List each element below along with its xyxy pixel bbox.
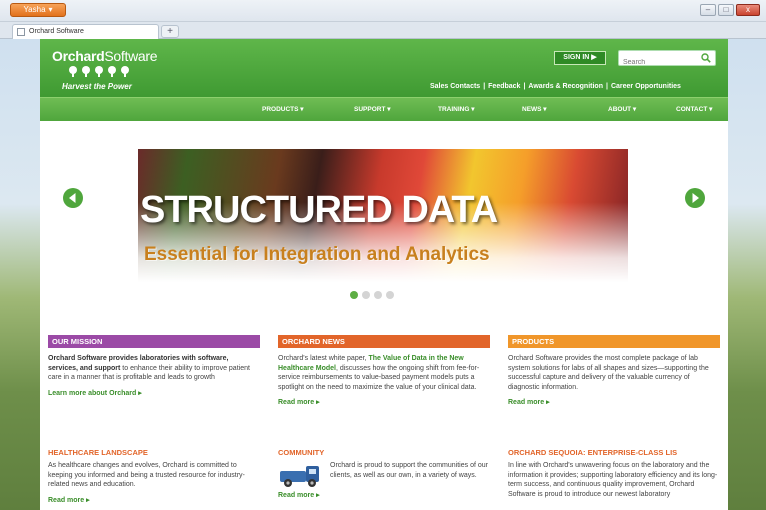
healthcare-read-more-link[interactable]: Read more ▸ [48,496,260,504]
community-section: COMMUNITY Orchard is proud to support th… [278,446,490,499]
products-read-more-link[interactable]: Read more ▸ [508,398,720,406]
products-section: PRODUCTS Orchard Software provides the m… [508,335,720,406]
nav-products[interactable]: PRODUCTS ▾ [262,98,304,121]
community-text: Orchard is proud to support the communit… [278,461,490,487]
sequoia-section: ORCHARD SEQUOIA: ENTERPRISE-CLASS LIS In… [508,446,720,499]
nav-support[interactable]: SUPPORT ▾ [354,98,391,121]
slide-dot[interactable] [386,291,394,299]
link-separator: | [523,83,526,90]
search-box [618,50,716,70]
sales-contacts-link[interactable]: Sales Contacts [430,83,480,90]
next-slide-icon[interactable] [684,187,706,209]
career-link[interactable]: Career Opportunities [611,83,681,90]
community-read-more-link[interactable]: Read more ▸ [278,491,490,499]
browser-menu-label: Yasha [23,5,46,14]
search-icon[interactable] [701,53,711,63]
awards-link[interactable]: Awards & Recognition [528,83,603,90]
nav-contact[interactable]: CONTACT ▾ [676,98,712,121]
tab-orchard-software[interactable]: Orchard Software [12,24,159,39]
hero-subtitle: Essential for Integration and Analytics [144,244,490,265]
site-tagline: Harvest the Power [62,82,132,91]
slide-dot[interactable] [350,291,358,299]
tab-bar: Orchard Software + [0,22,766,39]
link-separator: | [605,83,608,90]
utility-links: Sales Contacts | Feedback | Awards & Recogni… [430,83,720,90]
maximize-button[interactable]: □ [718,4,734,16]
window-controls: – □ x [700,4,760,16]
learn-more-link[interactable]: Learn more about Orchard ▸ [48,389,260,397]
truck-icon [280,466,319,487]
logo-bold-text: Orchard [52,48,105,64]
products-text: Orchard Software provides the most compl… [508,355,709,391]
previous-slide-icon[interactable] [62,187,84,209]
mission-section: OUR MISSION Orchard Software provides la… [48,335,260,397]
close-button[interactable]: x [736,4,760,16]
browser-menu-button[interactable]: Yasha ▾ [10,3,66,17]
news-read-more-link[interactable]: Read more ▸ [278,398,490,406]
slide-indicators [350,291,394,299]
page-icon [17,28,25,36]
news-heading: ORCHARD NEWS [278,335,490,348]
new-tab-button[interactable]: + [161,25,179,38]
chevron-down-icon: ▾ [48,5,53,14]
nav-about[interactable]: ABOUT ▾ [608,98,636,121]
minimize-button[interactable]: – [700,4,716,16]
nav-training[interactable]: TRAINING ▾ [438,98,474,121]
web-page: OrchardSoftware Harvest the Power SIGN I… [40,39,728,510]
community-heading: COMMUNITY [278,448,325,457]
site-header: OrchardSoftware Harvest the Power SIGN I… [40,39,728,97]
mission-text: Orchard Software provides laboratories w… [48,354,260,383]
logo-light-text: Software [104,48,158,64]
sequoia-heading: ORCHARD SEQUOIA: ENTERPRISE-CLASS LIS [508,448,678,457]
browser-title-bar: Yasha ▾ – □ x [0,0,766,22]
products-heading: PRODUCTS [508,335,720,348]
mission-heading: OUR MISSION [48,335,260,348]
tree-logo-icon [67,66,131,77]
healthcare-section: HEALTHCARE LANDSCAPE As healthcare chang… [48,446,260,504]
slide-dot[interactable] [374,291,382,299]
main-nav: PRODUCTS ▾ SUPPORT ▾ TRAINING ▾ NEWS ▾ A… [40,97,728,121]
sign-in-button[interactable]: SIGN IN ▶ [554,51,606,65]
nav-news[interactable]: NEWS ▾ [522,98,547,121]
community-body-text: Orchard is proud to support the communit… [330,462,488,479]
sequoia-text: In line with Orchard's unwavering focus … [508,462,718,498]
link-separator: | [483,83,486,90]
news-section: ORCHARD NEWS Orchard's latest white pape… [278,335,490,406]
slide-dot[interactable] [362,291,370,299]
desktop-background-left [0,39,40,510]
tab-title: Orchard Software [29,28,84,35]
news-text: Orchard's latest white paper, The Value … [278,354,490,392]
hero-title: STRUCTURED DATA [140,189,498,231]
search-input[interactable] [619,55,697,70]
feedback-link[interactable]: Feedback [488,83,520,90]
healthcare-heading: HEALTHCARE LANDSCAPE [48,448,148,457]
desktop-background-right [728,39,766,510]
hero-banner[interactable]: STRUCTURED DATA Essential for Integratio… [138,149,628,282]
site-logo[interactable]: OrchardSoftware [52,48,158,64]
news-text-before: Orchard's latest white paper, [278,355,369,362]
healthcare-text: As healthcare changes and evolves, Orcha… [48,462,245,488]
